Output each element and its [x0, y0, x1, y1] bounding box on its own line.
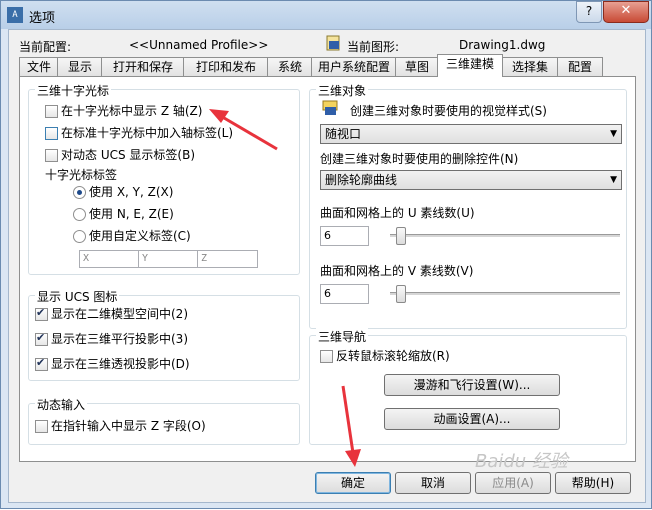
arrow-to-show-z-axis	[209, 109, 278, 151]
tab-3d-modeling[interactable]: 三维建模	[437, 54, 503, 77]
arrow-to-ok-button	[341, 385, 361, 467]
annotation-arrows	[209, 109, 361, 467]
options-dialog: A 选项 ? ✕ 当前配置: <<Unnamed Profile>> 当前图形:…	[0, 0, 652, 509]
